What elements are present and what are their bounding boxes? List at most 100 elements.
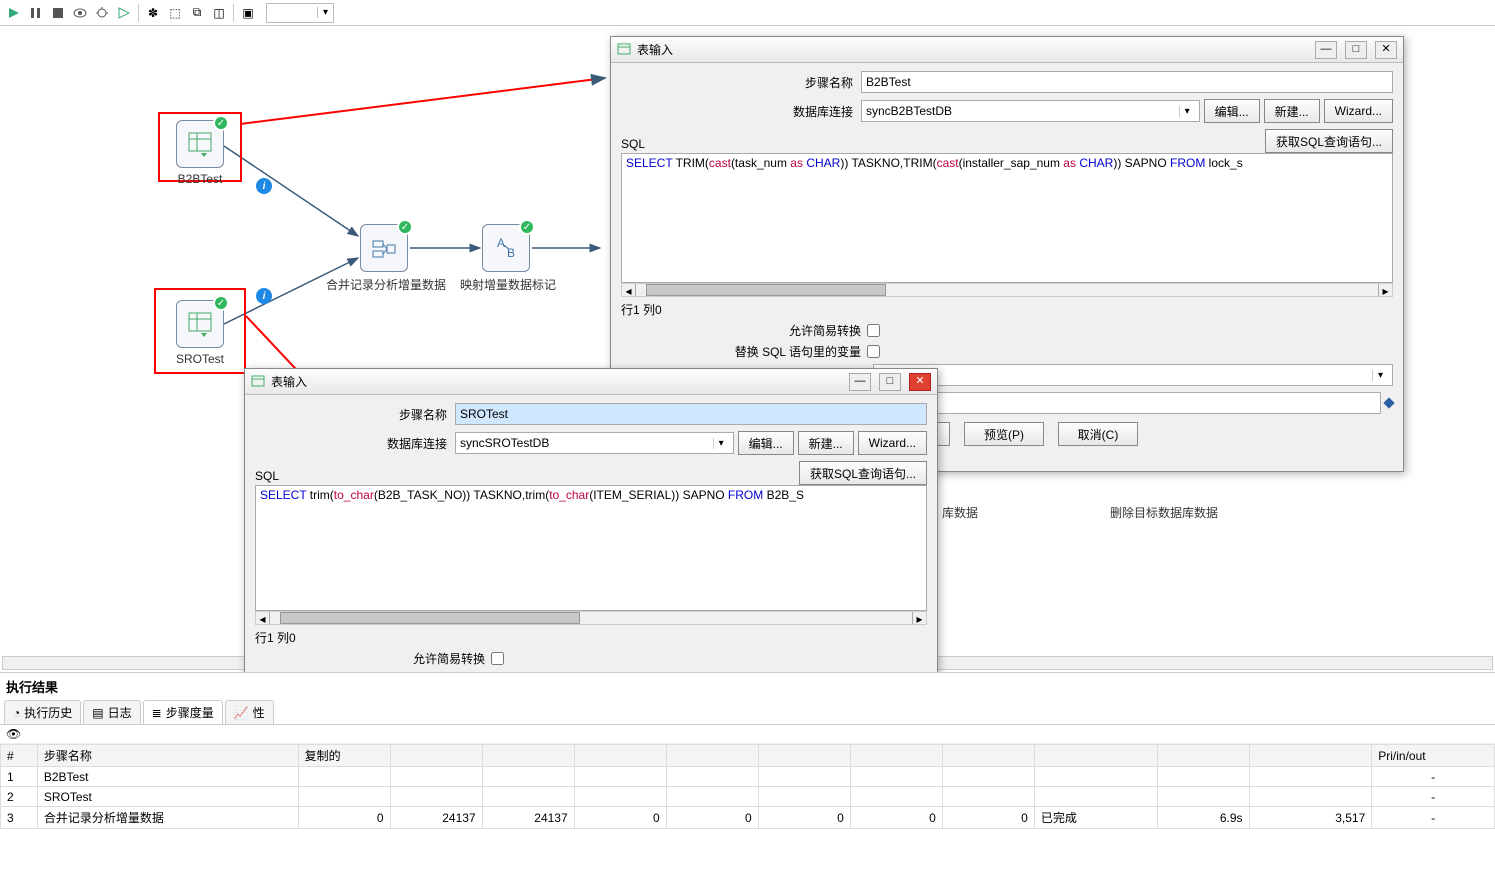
dialog-titlebar[interactable]: 表输入 — □ ✕ — [611, 37, 1403, 63]
insert-step-combo[interactable]: ▾ — [873, 364, 1393, 386]
col-3[interactable] — [390, 745, 482, 767]
filter-row[interactable]: 👁 — [0, 725, 1495, 744]
replace-vars-label: 替换 SQL 语句里的变量 — [621, 343, 867, 360]
close-icon[interactable]: ✕ — [1375, 41, 1397, 59]
col-copy[interactable]: 复制的 — [298, 745, 390, 767]
db-connection-label: 数据库连接 — [255, 435, 455, 452]
step-srotest[interactable]: ✓ — [176, 300, 224, 348]
svg-text:A: A — [497, 236, 505, 250]
get-sql-button[interactable]: 获取SQL查询语句... — [799, 461, 927, 485]
col-10[interactable] — [1034, 745, 1157, 767]
tab-history[interactable]: ◔执行历史 — [4, 700, 81, 724]
results-title: 执行结果 — [0, 673, 1495, 700]
table-row[interactable]: 3合并记录分析增量数据0241372413700000已完成6.9s3,517- — [1, 807, 1495, 829]
step-name-label: 步骤名称 — [621, 74, 861, 91]
minimize-icon[interactable]: — — [849, 373, 871, 391]
show-results-icon[interactable]: ◫ — [209, 3, 229, 23]
edit-button[interactable]: 编辑... — [738, 431, 794, 455]
check-icon[interactable]: ✽ — [143, 3, 163, 23]
tab-chart[interactable]: 📈性 — [225, 700, 274, 724]
success-badge-icon: ✓ — [397, 219, 413, 235]
eye-icon: 👁 — [6, 727, 21, 741]
chevron-down-icon[interactable]: ▾ — [1179, 106, 1195, 117]
dialog-titlebar[interactable]: 表输入 — □ ✕ — [245, 369, 937, 395]
sql-hscrollbar[interactable]: ◂▸ — [621, 283, 1393, 297]
variable-icon[interactable] — [1383, 397, 1394, 408]
step-name-input[interactable] — [455, 403, 927, 425]
col-name[interactable]: 步骤名称 — [37, 745, 298, 767]
table-row[interactable]: 2SROTest- — [1, 787, 1495, 807]
db-connection-value: syncSROTestDB — [460, 436, 713, 450]
wizard-button[interactable]: Wizard... — [1324, 99, 1393, 123]
col-9[interactable] — [942, 745, 1034, 767]
tab-metrics[interactable]: ≣步骤度量 — [143, 700, 223, 724]
pause-icon[interactable] — [26, 3, 46, 23]
step-b2btest[interactable]: ✓ — [176, 120, 224, 168]
col-11[interactable] — [1157, 745, 1249, 767]
table-input-icon — [251, 375, 265, 389]
info-icon[interactable]: i — [256, 288, 272, 304]
zoom-combo[interactable]: 100% ▾ — [266, 3, 334, 23]
close-icon[interactable]: ✕ — [909, 373, 931, 391]
debug-icon[interactable] — [92, 3, 112, 23]
info-icon[interactable]: i — [256, 178, 272, 194]
col-5[interactable] — [574, 745, 666, 767]
run-icon[interactable] — [4, 3, 24, 23]
separator-icon — [138, 4, 139, 22]
chevron-down-icon[interactable]: ▾ — [317, 7, 333, 18]
step-map[interactable]: AB ✓ — [482, 224, 530, 272]
col-4[interactable] — [482, 745, 574, 767]
new-button[interactable]: 新建... — [798, 431, 854, 455]
minimize-icon[interactable]: — — [1315, 41, 1337, 59]
col-7[interactable] — [758, 745, 850, 767]
maximize-icon[interactable]: □ — [879, 373, 901, 391]
cancel-button[interactable]: 取消(C) — [1058, 422, 1138, 446]
col-6[interactable] — [666, 745, 758, 767]
replace-vars-checkbox[interactable] — [867, 345, 880, 358]
step-merge[interactable]: ✓ — [360, 224, 408, 272]
results-tabs: ◔执行历史 ▤日志 ≣步骤度量 📈性 — [0, 700, 1495, 725]
history-icon: ◔ — [13, 706, 20, 720]
preview-button[interactable]: 预览(P) — [964, 422, 1044, 446]
dialog-title-text: 表输入 — [637, 41, 1307, 58]
col-8[interactable] — [850, 745, 942, 767]
simple-convert-checkbox[interactable] — [867, 324, 880, 337]
metrics-grid[interactable]: # 步骤名称 复制的 Pri/in/out 1B2BTest-2SROTest-… — [0, 744, 1495, 876]
cursor-status: 行1 列0 — [621, 301, 1393, 318]
results-panel: 执行结果 ◔执行历史 ▤日志 ≣步骤度量 📈性 👁 # 步骤名称 复制的 — [0, 672, 1495, 876]
chart-icon: 📈 — [234, 706, 249, 720]
col-prio[interactable]: Pri/in/out — [1372, 745, 1495, 767]
svg-text:B: B — [507, 246, 515, 260]
zoom-input[interactable]: 100% — [267, 4, 317, 22]
preview-icon[interactable] — [70, 3, 90, 23]
step-label: B2BTest — [130, 172, 270, 186]
new-button[interactable]: 新建... — [1264, 99, 1320, 123]
sql-editor[interactable]: SELECT trim(to_char(B2B_TASK_NO)) TASKNO… — [255, 485, 927, 611]
chevron-down-icon[interactable]: ▾ — [1372, 370, 1388, 381]
db-connection-combo[interactable]: syncB2BTestDB ▾ — [861, 100, 1200, 122]
sql-hscrollbar[interactable]: ◂▸ — [255, 611, 927, 625]
table-row[interactable]: 1B2BTest- — [1, 767, 1495, 787]
col-12[interactable] — [1249, 745, 1372, 767]
replay-icon[interactable] — [114, 3, 134, 23]
maximize-icon[interactable]: □ — [1345, 41, 1367, 59]
sql-editor[interactable]: SELECT TRIM(cast(task_num as CHAR)) TASK… — [621, 153, 1393, 283]
simple-convert-checkbox[interactable] — [491, 652, 504, 665]
impact-icon[interactable]: ⬚ — [165, 3, 185, 23]
get-sql-button[interactable]: 获取SQL查询语句... — [1265, 129, 1393, 153]
mapping-icon: AB — [493, 235, 519, 261]
col-idx[interactable]: # — [1, 745, 38, 767]
stop-icon[interactable] — [48, 3, 68, 23]
db-data-label: 库数据 — [942, 504, 978, 521]
chevron-down-icon[interactable]: ▾ — [713, 438, 729, 449]
edit-button[interactable]: 编辑... — [1204, 99, 1260, 123]
db-connection-combo[interactable]: syncSROTestDB ▾ — [455, 432, 734, 454]
table-input-icon — [187, 131, 213, 157]
zoom-fit-icon[interactable]: ▣ — [238, 3, 258, 23]
tab-log[interactable]: ▤日志 — [83, 700, 140, 724]
limit-input[interactable] — [873, 392, 1381, 414]
step-name-input[interactable] — [861, 71, 1393, 93]
db-explorer-icon[interactable]: ⧉ — [187, 3, 207, 23]
db-connection-label: 数据库连接 — [621, 103, 861, 120]
wizard-button[interactable]: Wizard... — [858, 431, 927, 455]
